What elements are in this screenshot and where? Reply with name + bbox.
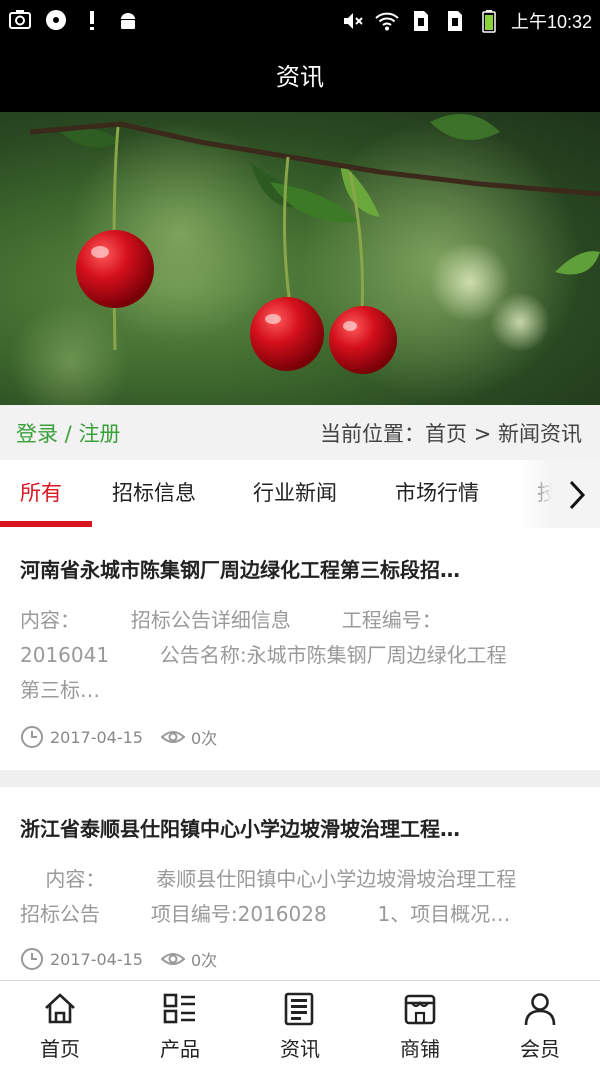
breadcrumb: 当前位置：首页 > 新闻资讯 [320, 418, 582, 448]
tab-bidding[interactable]: 招标信息 [112, 460, 196, 528]
grid-list-icon [163, 993, 195, 1024]
summary-line: 2016041 公告名称:永城市陈集钢厂周边绿化工程 [20, 643, 507, 667]
sim1-icon [413, 11, 428, 31]
bottom-nav: 首页 产品 资讯 商铺 会员 [0, 980, 600, 1068]
battery-icon [482, 10, 496, 33]
register-link[interactable]: 注册 [78, 422, 120, 446]
list-divider [0, 770, 600, 787]
mute-icon [343, 13, 363, 29]
nav-home[interactable]: 首页 [0, 981, 120, 1068]
tab-market[interactable]: 市场行情 [395, 460, 479, 528]
login-register: 登录 / 注册 [16, 418, 120, 448]
home-icon [45, 993, 75, 1024]
nav-products[interactable]: 产品 [120, 981, 240, 1068]
nav-label: 产品 [160, 1037, 200, 1061]
login-separator: / [58, 422, 79, 446]
cherries-illustration [10, 114, 600, 405]
article-views: 0次 [190, 729, 218, 748]
summary-line: 第三标… [20, 678, 100, 702]
banner-image[interactable] [0, 112, 600, 405]
nav-news[interactable]: 资讯 [240, 981, 360, 1068]
active-tab-indicator [0, 521, 92, 527]
breadcrumb-prefix: 当前位置： [320, 422, 426, 446]
article-views: 0次 [190, 951, 218, 970]
nav-member[interactable]: 会员 [480, 981, 600, 1068]
info-bar: 登录 / 注册 当前位置：首页 > 新闻资讯 [0, 405, 600, 460]
android-icon [121, 13, 135, 29]
page-title: 资讯 [0, 42, 600, 112]
nav-label: 资讯 [280, 1037, 320, 1061]
article-title[interactable]: 浙江省泰顺县仕阳镇中心小学边坡滑坡治理工程… [20, 813, 580, 842]
list-item[interactable]: 河南省永城市陈集钢厂周边绿化工程第三标段招… 内容： 招标公告详细信息 工程编号… [0, 528, 600, 770]
eye-icon [160, 731, 185, 743]
status-time: 上午10:32 [510, 12, 592, 32]
screenshot-icon [9, 10, 31, 29]
article-summary: 内容： 招标公告详细信息 工程编号： 2016041 公告名称:永城市陈集钢厂周… [20, 603, 585, 708]
shop-icon [404, 994, 436, 1025]
summary-line: 内容： 泰顺县仕阳镇中心小学边坡滑坡治理工程 [20, 867, 517, 891]
nav-label: 商铺 [400, 1037, 440, 1061]
clock-icon [21, 726, 43, 748]
tab-industry-news[interactable]: 行业新闻 [253, 460, 337, 528]
media-icon [46, 10, 66, 30]
status-bar: 上午10:32 [0, 0, 600, 42]
eye-icon [160, 953, 185, 965]
list-item[interactable]: 浙江省泰顺县仕阳镇中心小学边坡滑坡治理工程… 内容： 泰顺县仕阳镇中心小学边坡滑… [0, 787, 600, 980]
article-summary: 内容： 泰顺县仕阳镇中心小学边坡滑坡治理工程 招标公告 项目编号:2016028… [20, 862, 585, 932]
tab-all[interactable]: 所有 [20, 460, 62, 528]
article-meta: 2017-04-15 0次 [20, 947, 217, 971]
wifi-icon [375, 12, 399, 31]
article-date: 2017-04-15 [50, 727, 143, 747]
nav-label: 会员 [520, 1037, 560, 1061]
breadcrumb-current: 新闻资讯 [498, 422, 582, 446]
article-date: 2017-04-15 [50, 949, 143, 969]
sim2-icon [447, 11, 462, 31]
news-icon [284, 992, 314, 1026]
article-title[interactable]: 河南省永城市陈集钢厂周边绿化工程第三标段招… [20, 554, 580, 583]
notice-icon [90, 11, 94, 30]
breadcrumb-arrow: > [467, 422, 498, 446]
user-icon [524, 993, 556, 1026]
summary-line: 内容： 招标公告详细信息 工程编号： [20, 608, 442, 632]
category-tabs: 所有 招标信息 行业新闻 市场行情 技 [0, 460, 600, 529]
summary-line: 招标公告 项目编号:2016028 1、项目概况… [20, 902, 511, 926]
nav-label: 首页 [40, 1037, 80, 1061]
breadcrumb-home[interactable]: 首页 [425, 422, 467, 446]
nav-shop[interactable]: 商铺 [360, 981, 480, 1068]
chevron-right-icon[interactable] [563, 478, 591, 512]
login-link[interactable]: 登录 [16, 422, 58, 446]
clock-icon [21, 948, 43, 970]
article-meta: 2017-04-15 0次 [20, 725, 217, 749]
